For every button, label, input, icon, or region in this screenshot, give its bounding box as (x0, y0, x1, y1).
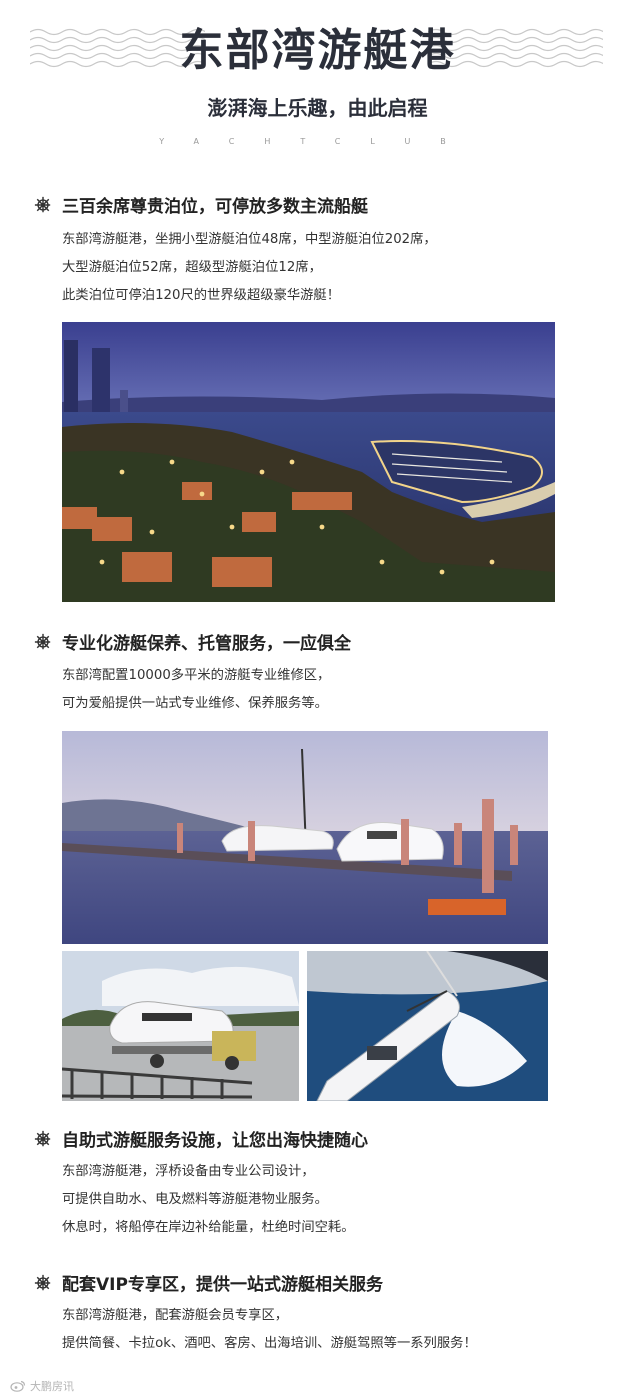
ship-wheel-icon (34, 1130, 51, 1146)
body-line: 东部湾配置10000多平米的游艇专业维修区， (62, 668, 331, 683)
marina-night-photo (62, 322, 555, 602)
body-line: 此类泊位可停泊120尺的世界级超级豪华游艇！ (62, 288, 341, 303)
body-line: 东部湾游艇港，坐拥小型游艇泊位48席，中型游艇泊位202席， (62, 232, 437, 247)
yacht-at-sea-photo (307, 951, 548, 1101)
weibo-icon (10, 1380, 26, 1392)
section-body-vip: 东部湾游艇港，配套游艇会员专享区， 提供简餐、卡拉ok、酒吧、客房、出海培训、游… (62, 1302, 477, 1358)
watermark-text: 大鹏房讯 (30, 1380, 74, 1393)
section-heading-berths: 三百余席尊贵泊位，可停放多数主流船艇 (34, 192, 368, 217)
watermark: 大鹏房讯 (10, 1378, 74, 1394)
section-body-maintenance: 东部湾配置10000多平米的游艇专业维修区， 可为爱船提供一站式专业维修、保养服… (62, 662, 330, 718)
page-title: 东部湾游艇港 (179, 25, 456, 76)
yacht-on-trailer-photo (62, 951, 299, 1101)
section-heading-vip: 配套VIP专享区，提供一站式游艇相关服务 (34, 1270, 383, 1295)
body-line: 休息时，将船停在岸边补给能量，杜绝时间空耗。 (62, 1220, 355, 1235)
section-body-self-service: 东部湾游艇港，浮桥设备由专业公司设计， 可提供自助水、电及燃料等游艇港物业服务。… (62, 1158, 355, 1242)
ship-wheel-icon (34, 196, 51, 212)
body-line: 东部湾游艇港，浮桥设备由专业公司设计， (62, 1164, 315, 1179)
page-subtitle: 澎湃海上乐趣，由此启程 (207, 96, 428, 120)
ship-wheel-icon (34, 1274, 51, 1290)
section-heading-self-service: 自助式游艇服务设施，让您出海快捷随心 (34, 1126, 368, 1151)
body-line: 可为爱船提供一站式专业维修、保养服务等。 (62, 696, 328, 711)
marina-pier-photo (62, 731, 548, 944)
body-line: 东部湾游艇港，配套游艇会员专享区， (62, 1308, 289, 1323)
page-header: 东部湾游艇港 澎湃海上乐趣，由此启程 YACHTCLUB (0, 0, 635, 160)
body-line: 提供简餐、卡拉ok、酒吧、客房、出海培训、游艇驾照等一系列服务！ (62, 1336, 477, 1351)
body-line: 可提供自助水、电及燃料等游艇港物业服务。 (62, 1192, 328, 1207)
section-title: 自助式游艇服务设施，让您出海快捷随心 (62, 1131, 368, 1151)
body-line: 大型游艇泊位52席，超级型游艇泊位12席， (62, 260, 322, 275)
section-title: 配套VIP专享区，提供一站式游艇相关服务 (62, 1275, 383, 1295)
ship-wheel-icon (34, 633, 51, 649)
section-title: 专业化游艇保养、托管服务，一应俱全 (62, 634, 351, 654)
section-heading-maintenance: 专业化游艇保养、托管服务，一应俱全 (34, 629, 351, 654)
section-title: 三百余席尊贵泊位，可停放多数主流船艇 (62, 197, 368, 217)
section-body-berths: 东部湾游艇港，坐拥小型游艇泊位48席，中型游艇泊位202席， 大型游艇泊位52席… (62, 226, 437, 310)
tagline: YACHTCLUB (159, 137, 476, 146)
